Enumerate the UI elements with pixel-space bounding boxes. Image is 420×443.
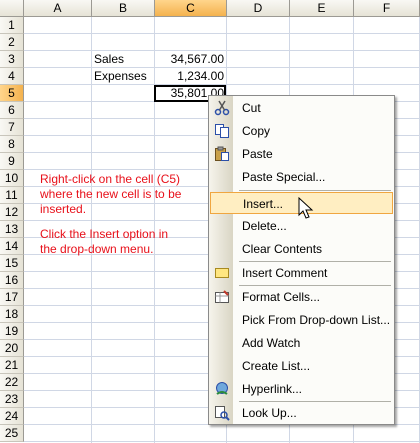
menu-item-look-up[interactable]: Look Up...	[210, 402, 393, 424]
row-header-6[interactable]: 6	[0, 102, 24, 119]
menu-item-clear-contents[interactable]: Clear Contents	[210, 238, 393, 260]
menu-item-label: Pick From Drop-down List...	[242, 313, 391, 327]
note-line-5: the drop-down menu.	[40, 242, 154, 256]
cell-c4[interactable]: 1,234.00	[156, 68, 224, 85]
note-line-2: where the new cell is to be	[40, 187, 182, 201]
mouse-cursor-icon	[298, 196, 316, 221]
row-header-20[interactable]: 20	[0, 340, 24, 357]
row-header-12[interactable]: 12	[0, 204, 24, 221]
lookup-icon	[214, 405, 230, 421]
menu-item-label: Copy	[242, 124, 271, 138]
paste-icon	[214, 146, 230, 162]
cell-b3[interactable]: Sales	[94, 51, 152, 68]
row-header-15[interactable]: 15	[0, 255, 24, 272]
row-header-8[interactable]: 8	[0, 136, 24, 153]
row-header-18[interactable]: 18	[0, 306, 24, 323]
column-header-f[interactable]: F	[354, 0, 420, 17]
row-header-7[interactable]: 7	[0, 119, 24, 136]
menu-item-label: Create List...	[242, 359, 311, 373]
note-line-4: Click the Insert option in	[40, 227, 169, 241]
comment-icon	[214, 265, 230, 281]
instruction-note: Right-click on the cell (C5) where the n…	[40, 172, 181, 257]
note-line-3: inserted.	[40, 202, 87, 216]
select-all-corner[interactable]	[0, 0, 24, 17]
row-header-9[interactable]: 9	[0, 153, 24, 170]
row-header-23[interactable]: 23	[0, 391, 24, 408]
context-menu: Cut Copy Paste Paste Special... Insert..…	[208, 95, 395, 425]
menu-item-insert-comment[interactable]: Insert Comment	[210, 262, 393, 284]
menu-item-label: Add Watch	[242, 336, 301, 350]
menu-item-label: Look Up...	[242, 406, 297, 420]
row-header-3[interactable]: 3	[0, 51, 24, 68]
row-header-10[interactable]: 10	[0, 170, 24, 187]
format-cells-icon	[214, 289, 230, 305]
row-header-11[interactable]: 11	[0, 187, 24, 204]
row-header-2[interactable]: 2	[0, 34, 24, 51]
menu-item-label: Cut	[242, 101, 261, 115]
menu-separator	[239, 190, 391, 191]
row-header-21[interactable]: 21	[0, 357, 24, 374]
column-header-c[interactable]: C	[155, 0, 227, 17]
menu-item-label: Insert...	[243, 197, 284, 211]
row-header-14[interactable]: 14	[0, 238, 24, 255]
row-header-25[interactable]: 25	[0, 425, 24, 442]
row-header-17[interactable]: 17	[0, 289, 24, 306]
cell-c3[interactable]: 34,567.00	[156, 51, 224, 68]
row-header-19[interactable]: 19	[0, 323, 24, 340]
column-header-a[interactable]: A	[24, 0, 92, 17]
menu-item-label: Delete...	[242, 219, 287, 233]
note-line-1: Right-click on the cell (C5)	[40, 172, 181, 186]
menu-item-label: Clear Contents	[242, 242, 323, 256]
menu-item-label: Paste	[242, 147, 273, 161]
column-header-d[interactable]: D	[227, 0, 290, 17]
menu-item-copy[interactable]: Copy	[210, 120, 393, 142]
menu-item-cut[interactable]: Cut	[210, 97, 393, 119]
menu-item-label: Hyperlink...	[242, 382, 303, 396]
row-header-16[interactable]: 16	[0, 272, 24, 289]
row-header-22[interactable]: 22	[0, 374, 24, 391]
copy-icon	[214, 123, 230, 139]
row-header-4[interactable]: 4	[0, 68, 24, 85]
menu-item-paste[interactable]: Paste	[210, 143, 393, 165]
scissors-icon	[214, 100, 230, 116]
menu-item-add-watch[interactable]: Add Watch	[210, 332, 393, 354]
column-header-e[interactable]: E	[290, 0, 354, 17]
menu-item-format-cells[interactable]: Format Cells...	[210, 286, 393, 308]
menu-item-paste-special[interactable]: Paste Special...	[210, 166, 393, 188]
menu-item-label: Paste Special...	[242, 170, 326, 184]
menu-item-label: Insert Comment	[242, 266, 328, 280]
column-header-b[interactable]: B	[92, 0, 155, 17]
row-header-5[interactable]: 5	[0, 85, 24, 102]
menu-item-create-list[interactable]: Create List...	[210, 355, 393, 377]
menu-item-hyperlink[interactable]: Hyperlink...	[210, 378, 393, 400]
row-header-24[interactable]: 24	[0, 408, 24, 425]
row-header-1[interactable]: 1	[0, 17, 24, 34]
menu-item-pick-from-list[interactable]: Pick From Drop-down List...	[210, 309, 393, 331]
hyperlink-icon	[214, 381, 230, 397]
row-header-13[interactable]: 13	[0, 221, 24, 238]
menu-item-label: Format Cells...	[242, 290, 321, 304]
cell-b4[interactable]: Expenses	[94, 68, 152, 85]
